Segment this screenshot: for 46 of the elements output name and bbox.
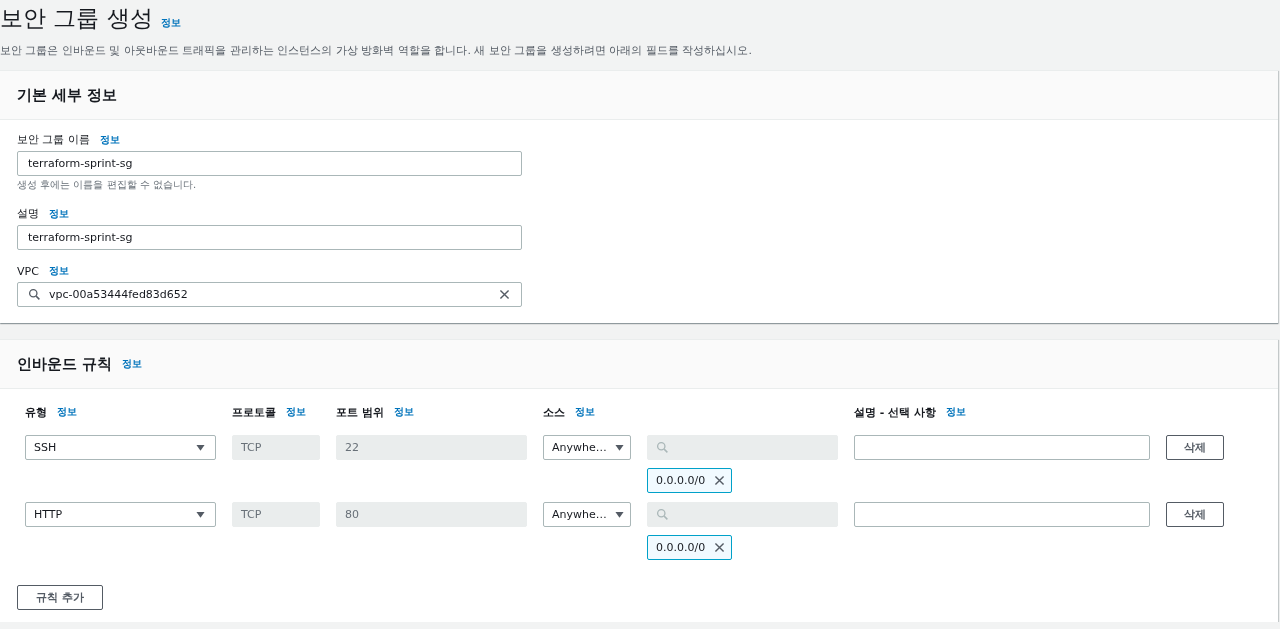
info-link[interactable]: 정보 [57, 405, 77, 419]
info-link[interactable]: 정보 [393, 405, 414, 419]
page-description: 보안 그룹은 인바운드 및 아웃바운드 트래픽을 관리하는 인스턴스의 가상 방화벽 역할을 합니다. 새 보안 그룹을 생성하려면 아래의 필드를 작성하십시오. [0, 43, 753, 58]
field-value: vpc-00a53444fed83d652 [49, 288, 189, 301]
info-link[interactable]: 정보 [946, 405, 967, 419]
clear-icon [498, 288, 511, 301]
cidr-search-field[interactable] [647, 502, 838, 527]
description-field[interactable] [854, 502, 1150, 527]
column-header: 프로토콜 [232, 404, 276, 420]
input-field[interactable]: terraform-sprint-sg [17, 225, 522, 250]
column-header: 유형 [25, 404, 47, 420]
info-link[interactable]: 정보 [49, 206, 69, 221]
column-header: 소스 [543, 404, 565, 420]
source-dropdown[interactable]: Anywhe… [543, 502, 631, 527]
info-link[interactable]: 정보 [575, 405, 595, 419]
delete-button[interactable]: 삭제 [1166, 435, 1224, 460]
field-label: 설명 [17, 206, 39, 221]
remove-icon [713, 541, 727, 554]
cidr-search-field[interactable] [647, 435, 838, 460]
field-label: 보안 그룹 이름 [17, 132, 90, 147]
info-link[interactable]: 정보 [160, 16, 181, 30]
search-icon [656, 441, 669, 454]
field-label: VPC [17, 264, 39, 278]
add-rule-button[interactable]: 규칙 추가 [17, 585, 103, 610]
column-header: 설명 - 선택 사항 [854, 404, 937, 420]
page-title: 보안 그룹 생성 [0, 4, 153, 33]
section-heading: 인바운드 규칙 [17, 354, 113, 374]
section-heading: 기본 세부 정보 [17, 85, 118, 105]
type-dropdown[interactable]: HTTP [25, 502, 216, 527]
search-icon [656, 508, 669, 521]
info-link[interactable]: 정보 [286, 405, 306, 419]
field-hint: 생성 후에는 이름을 편집할 수 없습니다. [17, 178, 198, 192]
cidr-value: 0.0.0.0/0 [656, 474, 706, 487]
info-link[interactable]: 정보 [122, 357, 143, 371]
info-link[interactable]: 정보 [48, 264, 69, 278]
remove-icon [713, 474, 727, 487]
cidr-value: 0.0.0.0/0 [656, 541, 706, 554]
source-dropdown[interactable]: Anywhe… [543, 435, 631, 460]
delete-button[interactable]: 삭제 [1166, 502, 1224, 527]
column-header: 포트 범위 [336, 404, 384, 420]
search-icon [28, 288, 41, 301]
input-field[interactable]: terraform-sprint-sg [17, 151, 522, 176]
description-field[interactable] [854, 435, 1150, 460]
search-field[interactable]: vpc-00a53444fed83d652 [17, 282, 522, 307]
info-link[interactable]: 정보 [100, 132, 120, 147]
type-dropdown[interactable]: SSH [25, 435, 216, 460]
